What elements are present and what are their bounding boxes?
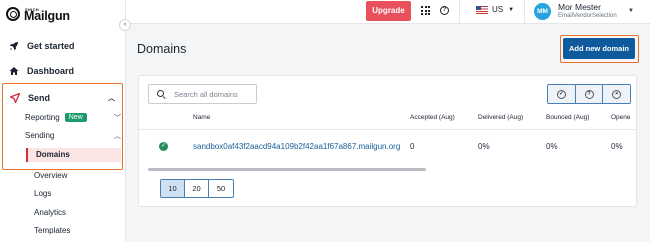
column-header-delivered[interactable]: Delivered (Aug)	[478, 114, 523, 121]
rocket-icon	[9, 41, 19, 51]
send-icon	[10, 93, 20, 103]
sidebar-item-analytics[interactable]: Analytics	[34, 208, 66, 217]
sidebar-item-send[interactable]: Send ︿	[3, 92, 121, 104]
topbar-divider	[524, 0, 525, 24]
sidebar-item-domains[interactable]: Domains	[26, 148, 121, 162]
chevron-down-icon: ▼	[508, 6, 515, 13]
cell-delivered: 0%	[478, 142, 490, 151]
table-actions: ✓ ? ×	[547, 84, 631, 104]
page-title: Domains	[137, 42, 187, 56]
cell-bounced: 0%	[546, 142, 558, 151]
apps-grid-icon[interactable]	[421, 6, 430, 15]
sidebar-item-label: Reporting	[25, 113, 60, 122]
top-bar: Upgrade ? US ▼ MM Mor Mester EmailVendor…	[126, 0, 650, 24]
table-header: Name Accepted (Aug) Delivered (Aug) Boun…	[139, 114, 636, 128]
page-size-10[interactable]: 10	[161, 180, 185, 197]
sidebar-item-sending[interactable]: Sending ︿	[25, 131, 121, 140]
chevron-down-icon[interactable]: ▼	[628, 8, 634, 14]
send-section: Send ︿ Reporting New ﹀ Sending ︿ Domains	[2, 83, 123, 170]
new-badge: New	[64, 113, 87, 122]
column-header-name[interactable]: Name	[193, 114, 210, 121]
sidebar: SINCH Mailgun Get started Dashboard Send…	[0, 0, 126, 242]
mailgun-logo[interactable]: SINCH Mailgun	[6, 5, 70, 23]
cell-accepted: 0	[410, 142, 415, 151]
horizontal-scrollbar[interactable]	[148, 168, 426, 171]
column-header-opened[interactable]: Opene	[611, 114, 631, 121]
search-input[interactable]	[174, 89, 254, 99]
help-icon[interactable]: ?	[440, 6, 449, 15]
check-circle-icon: ✓	[556, 89, 566, 99]
add-domain-highlight: Add new domain	[560, 35, 639, 63]
sidebar-item-overview[interactable]: Overview	[34, 171, 67, 180]
sidebar-item-reporting[interactable]: Reporting New ﹀	[25, 113, 121, 122]
user-name[interactable]: Mor Mester	[558, 2, 601, 12]
header-divider	[139, 129, 636, 130]
region-selector[interactable]: US ▼	[476, 5, 514, 14]
mailgun-logo-icon	[6, 7, 20, 21]
us-flag-icon	[476, 5, 488, 14]
search-icon	[157, 90, 165, 98]
cell-opened: 0%	[611, 142, 623, 151]
user-org: EmailVendorSelection	[558, 13, 617, 19]
add-new-domain-button[interactable]: Add new domain	[563, 38, 635, 59]
table-row: ✓ sandbox0af43f2aacd94a109b2f42aa1f67a86…	[139, 139, 636, 155]
domains-card: ✓ ? × Name Accepted (Aug) Delivered (Aug…	[138, 75, 637, 207]
logo-sinch-text: SINCH	[25, 7, 39, 12]
sidebar-item-dashboard[interactable]: Dashboard	[0, 64, 125, 78]
column-header-accepted[interactable]: Accepted (Aug)	[410, 114, 455, 121]
column-header-bounced[interactable]: Bounced (Aug)	[546, 114, 589, 121]
chevron-down-icon: ﹀	[114, 114, 121, 122]
upgrade-button[interactable]: Upgrade	[366, 1, 411, 21]
delete-button[interactable]: ×	[603, 85, 630, 103]
chevron-up-icon: ︿	[108, 95, 115, 102]
sidebar-item-label: Send	[28, 93, 51, 103]
question-circle-icon: ?	[584, 89, 594, 99]
close-circle-icon: ×	[612, 89, 622, 99]
sidebar-item-label: Sending	[25, 131, 55, 140]
page-size-20[interactable]: 20	[185, 180, 209, 197]
sidebar-item-label: Get started	[27, 41, 75, 51]
topbar-divider	[459, 0, 460, 24]
verify-button[interactable]: ✓	[548, 85, 576, 103]
region-label: US	[492, 5, 504, 14]
help-button[interactable]: ?	[575, 85, 604, 103]
search-box[interactable]	[148, 84, 257, 104]
sidebar-item-get-started[interactable]: Get started	[0, 39, 125, 53]
page-size-selector: 10 20 50	[160, 179, 234, 198]
collapse-sidebar-button[interactable]: ‹	[119, 19, 131, 31]
home-icon	[9, 66, 19, 76]
verified-check-icon: ✓	[159, 142, 168, 151]
chevron-up-icon: ︿	[114, 132, 121, 140]
sidebar-item-label: Dashboard	[27, 66, 75, 76]
page-size-50[interactable]: 50	[209, 180, 233, 197]
sidebar-item-templates[interactable]: Templates	[34, 226, 70, 235]
domain-link[interactable]: sandbox0af43f2aacd94a109b2f42aa1f67a867.…	[193, 142, 400, 151]
sidebar-item-logs[interactable]: Logs	[34, 189, 51, 198]
avatar[interactable]: MM	[534, 3, 551, 20]
